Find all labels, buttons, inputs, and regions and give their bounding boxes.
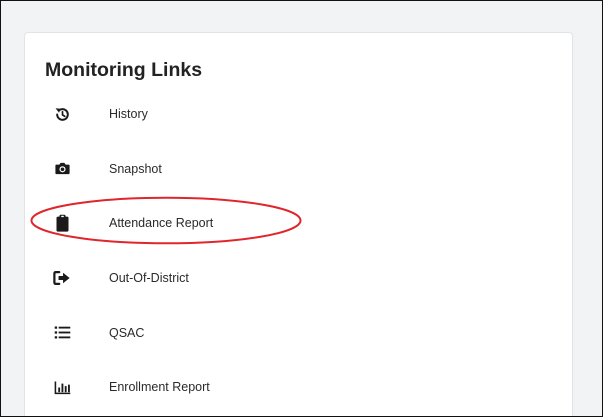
bar-chart-icon: [53, 378, 71, 396]
link-label: Attendance Report: [109, 216, 214, 231]
link-history[interactable]: History: [25, 87, 572, 142]
camera-icon: [53, 160, 71, 178]
link-label: QSAC: [109, 325, 145, 340]
link-label: Snapshot: [109, 161, 162, 176]
sign-out-icon: [53, 269, 71, 287]
card-title: Monitoring Links: [45, 59, 203, 81]
link-out-of-district[interactable]: Out-Of-District: [25, 251, 572, 306]
link-qsac[interactable]: QSAC: [25, 305, 572, 360]
monitoring-links-card: Monitoring Links History Snapshot Attend…: [24, 32, 573, 416]
link-snapshot[interactable]: Snapshot: [25, 142, 572, 197]
list-icon: [53, 324, 71, 342]
page-frame: Monitoring Links History Snapshot Attend…: [0, 0, 603, 417]
link-attendance-report[interactable]: Attendance Report: [25, 196, 572, 251]
clipboard-icon: [53, 214, 71, 233]
link-label: Out-Of-District: [109, 271, 189, 286]
monitoring-links-list: History Snapshot Attendance Report Out-O…: [25, 87, 572, 415]
link-label: History: [109, 107, 148, 122]
history-icon: [53, 105, 71, 123]
link-enrollment-report[interactable]: Enrollment Report: [25, 360, 572, 415]
link-label: Enrollment Report: [109, 380, 210, 395]
